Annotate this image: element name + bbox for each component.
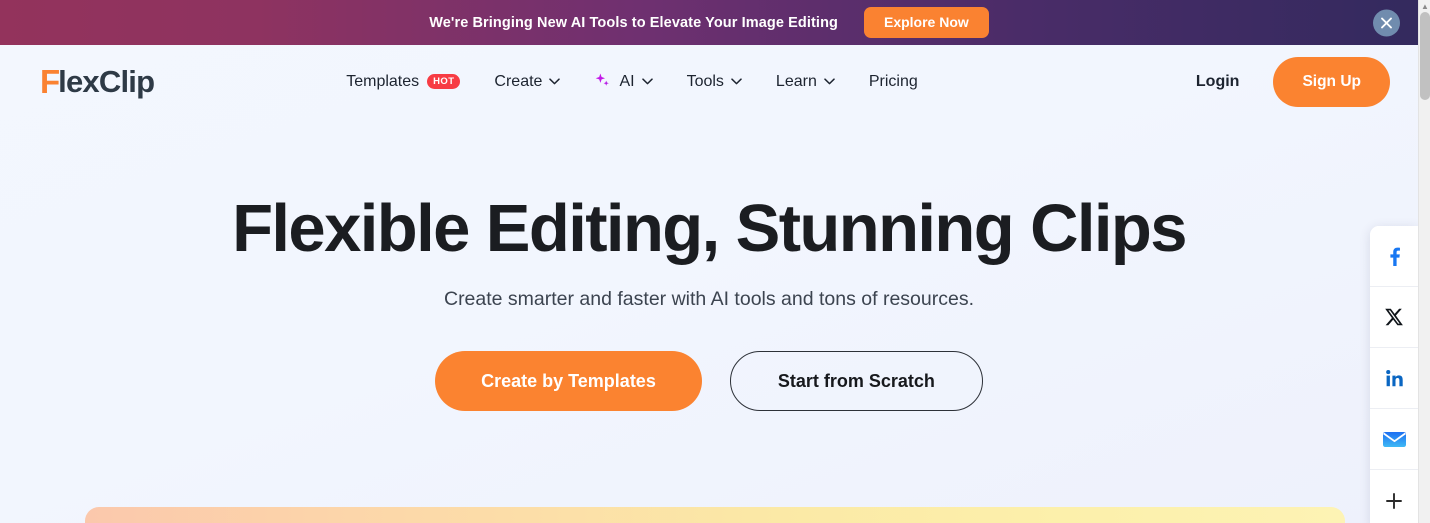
share-email-button[interactable] bbox=[1370, 409, 1418, 470]
chevron-down-icon bbox=[549, 78, 561, 85]
flexclip-logo[interactable]: F lexClip bbox=[40, 63, 155, 100]
nav-label-learn: Learn bbox=[775, 72, 817, 90]
share-more-button[interactable] bbox=[1370, 470, 1418, 523]
nav-label-ai: AI bbox=[619, 72, 635, 90]
sparkle-icon bbox=[594, 73, 613, 91]
nav-item-learn[interactable]: Learn bbox=[776, 73, 835, 91]
site-header: F lexClip Templates HOT Create AI Tools … bbox=[0, 45, 1418, 118]
nav-label-tools: Tools bbox=[686, 72, 724, 90]
hero-section: Flexible Editing, Stunning Clips Create … bbox=[0, 118, 1418, 412]
featured-card-peek bbox=[85, 507, 1345, 523]
share-facebook-button[interactable] bbox=[1370, 226, 1418, 287]
main-navigation: Templates HOT Create AI Tools Learn Pric… bbox=[346, 73, 918, 91]
close-banner-button[interactable] bbox=[1373, 9, 1400, 36]
chevron-down-icon bbox=[641, 78, 653, 85]
promo-banner: We're Bringing New AI Tools to Elevate Y… bbox=[0, 0, 1418, 45]
plus-icon bbox=[1386, 492, 1402, 509]
page-title: Flexible Editing, Stunning Clips bbox=[232, 191, 1187, 266]
facebook-icon bbox=[1390, 247, 1400, 266]
logo-text: lexClip bbox=[58, 64, 155, 99]
promo-banner-content: We're Bringing New AI Tools to Elevate Y… bbox=[429, 7, 989, 38]
logo-mark: F bbox=[40, 63, 60, 100]
page-viewport: We're Bringing New AI Tools to Elevate Y… bbox=[0, 0, 1418, 523]
hero-cta-group: Create by Templates Start from Scratch bbox=[435, 351, 983, 412]
nav-item-create[interactable]: Create bbox=[494, 72, 561, 91]
login-link[interactable]: Login bbox=[1196, 73, 1240, 91]
nav-item-tools[interactable]: Tools bbox=[687, 73, 742, 91]
share-linkedin-button[interactable] bbox=[1370, 348, 1418, 409]
nav-label-pricing: Pricing bbox=[868, 72, 918, 90]
nav-item-pricing[interactable]: Pricing bbox=[869, 73, 918, 91]
chevron-down-icon bbox=[731, 78, 742, 85]
linkedin-icon bbox=[1385, 369, 1403, 386]
explore-now-button[interactable]: Explore Now bbox=[863, 7, 989, 38]
browser-scrollbar[interactable]: ▲ bbox=[1418, 0, 1430, 523]
nav-label-create: Create bbox=[494, 72, 543, 90]
x-twitter-icon bbox=[1385, 308, 1403, 326]
hot-badge: HOT bbox=[427, 73, 461, 90]
nav-item-templates[interactable]: Templates HOT bbox=[346, 72, 461, 91]
create-by-templates-button[interactable]: Create by Templates bbox=[435, 351, 702, 412]
email-icon bbox=[1382, 431, 1406, 447]
start-from-scratch-button[interactable]: Start from Scratch bbox=[729, 351, 983, 412]
nav-item-ai[interactable]: AI bbox=[594, 72, 653, 91]
scroll-up-arrow-icon[interactable]: ▲ bbox=[1419, 1, 1430, 12]
signup-button[interactable]: Sign Up bbox=[1273, 56, 1390, 107]
hero-subtitle: Create smarter and faster with AI tools … bbox=[443, 288, 974, 311]
close-icon bbox=[1381, 17, 1392, 28]
scrollbar-thumb[interactable] bbox=[1420, 12, 1430, 100]
social-share-rail bbox=[1370, 226, 1418, 523]
chevron-down-icon bbox=[824, 78, 835, 85]
header-actions: Login Sign Up bbox=[1196, 56, 1390, 107]
promo-banner-text: We're Bringing New AI Tools to Elevate Y… bbox=[429, 14, 838, 31]
nav-label-templates: Templates bbox=[346, 72, 420, 90]
share-x-button[interactable] bbox=[1370, 287, 1418, 348]
